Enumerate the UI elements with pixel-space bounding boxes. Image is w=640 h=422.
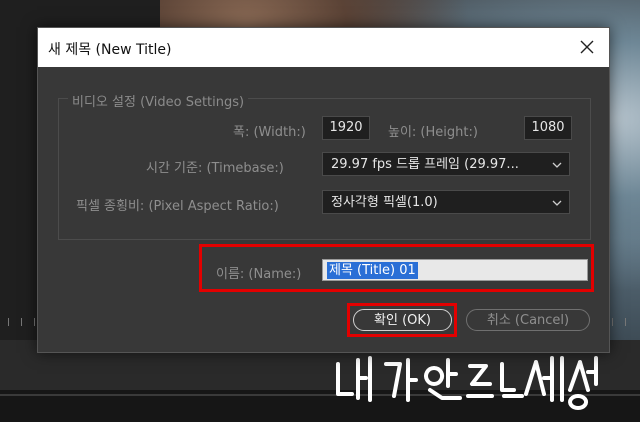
name-annotation-box	[199, 244, 594, 292]
new-title-dialog: 새 제목 (New Title) 비디오 설정 (Video Settings)…	[37, 27, 610, 353]
chevron-down-icon	[552, 200, 562, 206]
timebase-value: 29.97 fps 드롭 프레임 (29.97...	[331, 157, 519, 172]
dialog-titlebar: 새 제목 (New Title)	[38, 28, 609, 67]
pixel-aspect-ratio-select[interactable]: 정사각형 픽셀(1.0)	[322, 190, 570, 214]
video-settings-legend: 비디오 설정 (Video Settings)	[68, 91, 249, 110]
height-field[interactable]: 1080	[524, 116, 572, 140]
pixel-aspect-ratio-value: 정사각형 픽셀(1.0)	[331, 195, 438, 210]
chevron-down-icon	[552, 162, 562, 168]
ok-annotation-box	[347, 303, 457, 337]
handwritten-watermark-logo	[336, 356, 598, 410]
cancel-button[interactable]: 취소 (Cancel)	[466, 309, 590, 331]
timeline-ruler-ticks-right	[612, 318, 626, 332]
close-icon	[580, 40, 594, 54]
width-label: 폭: (Width:)	[233, 125, 306, 140]
timebase-label: 시간 기준: (Timebase:)	[146, 161, 284, 176]
height-label: 높이: (Height:)	[388, 125, 478, 140]
close-button[interactable]	[573, 33, 601, 61]
timebase-select[interactable]: 29.97 fps 드롭 프레임 (29.97...	[322, 152, 570, 176]
pixel-aspect-ratio-label: 픽셀 종횡비: (Pixel Aspect Ratio:)	[76, 199, 279, 214]
dialog-title: 새 제목 (New Title)	[48, 42, 172, 58]
width-field[interactable]: 1920	[322, 116, 370, 140]
timeline-ruler-ticks	[8, 318, 35, 332]
